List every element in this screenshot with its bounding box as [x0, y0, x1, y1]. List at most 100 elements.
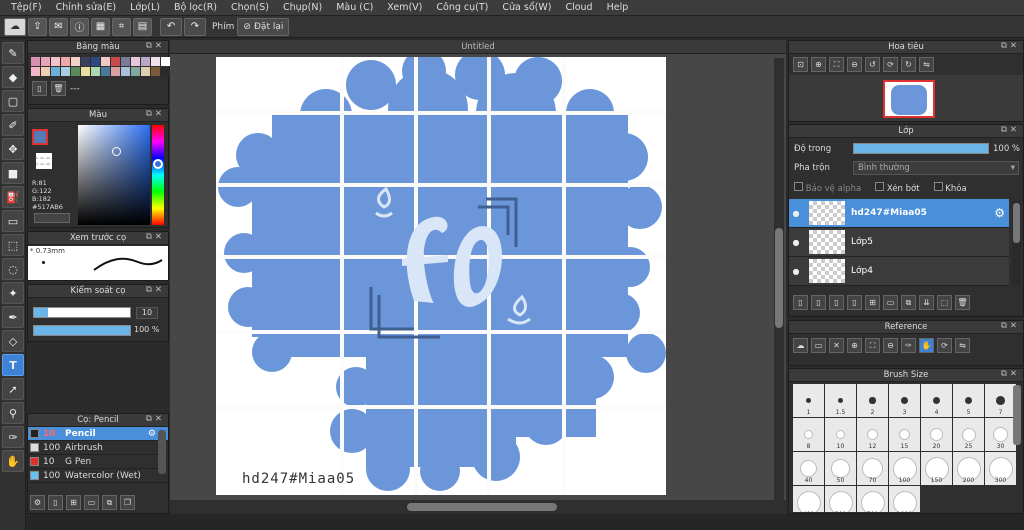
- brush-size-cell[interactable]: 100: [889, 452, 920, 485]
- panel-controls-icon[interactable]: ⧉✕: [146, 109, 165, 119]
- blend-mode-select[interactable]: Bình thường ▾: [853, 161, 1019, 175]
- text-tool-icon[interactable]: T: [2, 354, 24, 376]
- menu-item[interactable]: Cửa sổ(W): [495, 2, 558, 13]
- rect-tool-icon[interactable]: ▢: [2, 90, 24, 112]
- palette-swatch[interactable]: [121, 57, 130, 66]
- brush-size-cell[interactable]: 15: [889, 418, 920, 451]
- grid-icon[interactable]: ▦: [91, 17, 110, 36]
- palette-swatch[interactable]: [161, 67, 170, 76]
- reset-button[interactable]: ⊘ Đặt lại: [237, 17, 290, 36]
- menu-item[interactable]: Tệp(F): [4, 2, 49, 13]
- menu-item[interactable]: Chỉnh sửa(E): [49, 2, 124, 13]
- select-pen-tool-icon[interactable]: ✒: [2, 306, 24, 328]
- ref-zoom-in-icon[interactable]: ⊕: [847, 338, 862, 353]
- crop-icon[interactable]: ⌗: [112, 17, 131, 36]
- chat-icon[interactable]: ✉: [49, 17, 68, 36]
- bucket-tool-icon[interactable]: ⛽: [2, 186, 24, 208]
- ref-hand-icon[interactable]: ✋: [919, 338, 934, 353]
- primary-color-swatch[interactable]: [32, 129, 48, 145]
- duplicate-layer-icon[interactable]: ⧉: [901, 295, 916, 310]
- brush-size-cell[interactable]: 1.5: [825, 384, 856, 417]
- canvas-horizontal-scrollbar[interactable]: [170, 500, 786, 514]
- brush-settings-icon[interactable]: ⚙: [30, 495, 45, 510]
- brush-list-item[interactable]: 10 G Pen: [28, 455, 168, 469]
- brush-size-cell[interactable]: 1000: [889, 486, 920, 512]
- brush-size-cell[interactable]: 2: [857, 384, 888, 417]
- palette-swatch[interactable]: [121, 67, 130, 76]
- redo-icon[interactable]: ↷: [184, 17, 206, 36]
- gradient-tool-icon[interactable]: ▭: [2, 210, 24, 232]
- undo-icon[interactable]: ↶: [160, 17, 182, 36]
- select-eraser-tool-icon[interactable]: ◇: [2, 330, 24, 352]
- eraser-tool-icon[interactable]: ◆: [2, 66, 24, 88]
- ref-flip-icon[interactable]: ⇋: [955, 338, 970, 353]
- rotate-left-icon[interactable]: ↺: [865, 57, 880, 72]
- palette-swatch[interactable]: [61, 67, 70, 76]
- brush-size-cell[interactable]: 150: [921, 452, 952, 485]
- menu-item[interactable]: Chọn(S): [224, 2, 276, 13]
- panel-controls-icon[interactable]: ⧉✕: [1001, 321, 1020, 331]
- lasso-tool-icon[interactable]: ◌: [2, 258, 24, 280]
- secondary-color-swatch[interactable]: [36, 153, 52, 169]
- hue-slider[interactable]: [152, 125, 164, 225]
- panel-controls-icon[interactable]: ⧉✕: [1001, 41, 1020, 51]
- panel-controls-icon[interactable]: ⧉✕: [146, 285, 165, 295]
- layer-row[interactable]: ● Lớp4: [789, 257, 1009, 286]
- palette-swatch[interactable]: [31, 57, 40, 66]
- brush-new-icon[interactable]: ▯: [48, 495, 63, 510]
- visibility-icon[interactable]: ●: [789, 209, 803, 218]
- brush-size-cell[interactable]: 40: [793, 452, 824, 485]
- brush-size-cell[interactable]: 4: [921, 384, 952, 417]
- brush-duplicate-icon[interactable]: ❐: [120, 495, 135, 510]
- menu-item[interactable]: Chụp(N): [276, 2, 329, 13]
- flip-icon[interactable]: ⇋: [919, 57, 934, 72]
- layer-row[interactable]: ● hd247#Miaa05 ⚙: [789, 199, 1009, 228]
- palette-swatch[interactable]: [51, 57, 60, 66]
- menu-item[interactable]: Cloud: [558, 2, 599, 13]
- brush-folder-icon[interactable]: ▭: [84, 495, 99, 510]
- select-rect-tool-icon[interactable]: ⬚: [2, 234, 24, 256]
- menu-item[interactable]: Xem(V): [380, 2, 429, 13]
- panel-controls-icon[interactable]: ⧉✕: [146, 41, 165, 51]
- brush-size-cell[interactable]: 12: [857, 418, 888, 451]
- palette-swatch[interactable]: [161, 57, 170, 66]
- hue-handle[interactable]: [153, 159, 163, 169]
- palette-swatch[interactable]: [101, 67, 110, 76]
- brush-size-cell[interactable]: 700: [857, 486, 888, 512]
- menu-item[interactable]: Công cụ(T): [429, 2, 495, 13]
- brush-size-cell[interactable]: 400: [793, 486, 824, 512]
- palette-swatch[interactable]: [131, 57, 140, 66]
- navigator-thumbnail[interactable]: [883, 80, 935, 118]
- palette-swatch[interactable]: [141, 57, 150, 66]
- panel-controls-icon[interactable]: ⧉✕: [146, 232, 165, 242]
- clipping-checkbox[interactable]: [875, 182, 885, 191]
- ref-rotate-icon[interactable]: ⟳: [937, 338, 952, 353]
- info-icon[interactable]: ⓘ: [70, 17, 89, 36]
- layer-row[interactable]: ● Lớp5: [789, 228, 1009, 257]
- ref-open-icon[interactable]: ▭: [811, 338, 826, 353]
- lock-checkbox[interactable]: [933, 182, 943, 191]
- brush-size-cell[interactable]: 7: [985, 384, 1016, 417]
- brush-size-cell[interactable]: 70: [857, 452, 888, 485]
- merge-layer-icon[interactable]: ⇊: [919, 295, 934, 310]
- delete-layer-icon[interactable]: 🗑: [955, 295, 970, 310]
- menu-item[interactable]: Help: [600, 2, 636, 13]
- zoom-in-icon[interactable]: ⊕: [811, 57, 826, 72]
- brush-size-cell[interactable]: 50: [825, 452, 856, 485]
- palette-swatch[interactable]: [91, 57, 100, 66]
- brush-size-cell[interactable]: 8: [793, 418, 824, 451]
- fill-rect-tool-icon[interactable]: ■: [2, 162, 24, 184]
- rotate-reset-icon[interactable]: ⟳: [883, 57, 898, 72]
- add-layer-menu-icon[interactable]: ⊞: [865, 295, 880, 310]
- palette-swatch[interactable]: [141, 67, 150, 76]
- palette-swatch[interactable]: [81, 57, 90, 66]
- panel-controls-icon[interactable]: ⧉✕: [146, 414, 165, 424]
- export-icon[interactable]: ⇪: [28, 17, 47, 36]
- ref-zoom-out-icon[interactable]: ⊖: [883, 338, 898, 353]
- dropper-tool-icon[interactable]: ⚲: [2, 402, 24, 424]
- palette-swatch[interactable]: [101, 57, 110, 66]
- brush-size-cell[interactable]: 25: [953, 418, 984, 451]
- brush-add-icon[interactable]: ⊞: [66, 495, 81, 510]
- palette-swatch[interactable]: [51, 67, 60, 76]
- cloud-icon[interactable]: ☁: [4, 17, 26, 36]
